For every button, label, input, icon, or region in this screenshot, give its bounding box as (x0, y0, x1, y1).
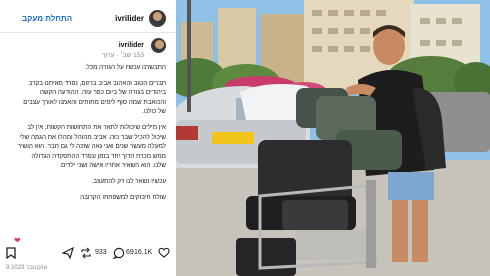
comment-paragraph: אין מילים שיכולות לתאר את התחושות הקשות,… (17, 123, 166, 170)
comment-body: התבשרנו עכשיו על הגזרה מכל. חברים הטוב ו… (16, 63, 166, 208)
post-date: 9 אוקטובר 2023 (6, 265, 48, 271)
comment-avatar[interactable] (151, 38, 166, 53)
photo-scene (176, 0, 490, 276)
heart-icon[interactable] (158, 247, 170, 263)
comment-paragraph: שולח חיבוקים למשפחתו הקרובה (80, 193, 166, 201)
share-count: 933 (95, 249, 107, 256)
send-icon[interactable] (61, 246, 74, 264)
like-count: 16.1K (134, 249, 153, 256)
repost-icon[interactable] (80, 247, 92, 264)
comment-username[interactable]: ivrilider (119, 42, 144, 49)
post-panel: התחלת מעקב ivrilider ivrilider 153 שב׳ ·… (0, 0, 176, 276)
header-divider (0, 32, 176, 33)
comment-paragraph: עכשיו נשאר לנו רק להתעצב. (91, 177, 167, 185)
broken-heart-icon: ❤ (14, 236, 21, 245)
comment-meta: 153 שב׳ · ערוך (102, 52, 144, 59)
action-bar: 933 69 16.1K (0, 246, 176, 264)
follow-button[interactable]: התחלת מעקב (22, 14, 72, 23)
comment-paragraph: חברים הטוב והאהוב אביב ברזום, נפרד מאיתנ… (23, 79, 166, 116)
comment-paragraph: התבשרנו עכשיו על הגזרה מכל. (84, 64, 166, 71)
comment-icon[interactable] (112, 247, 125, 264)
bookmark-icon[interactable] (6, 247, 16, 264)
post-header: התחלת מעקב ivrilider (0, 5, 176, 31)
post-avatar[interactable] (149, 10, 166, 27)
post-username[interactable]: ivrilider (115, 14, 144, 23)
comment-count: 69 (126, 249, 134, 256)
post-photo[interactable] (176, 0, 490, 276)
